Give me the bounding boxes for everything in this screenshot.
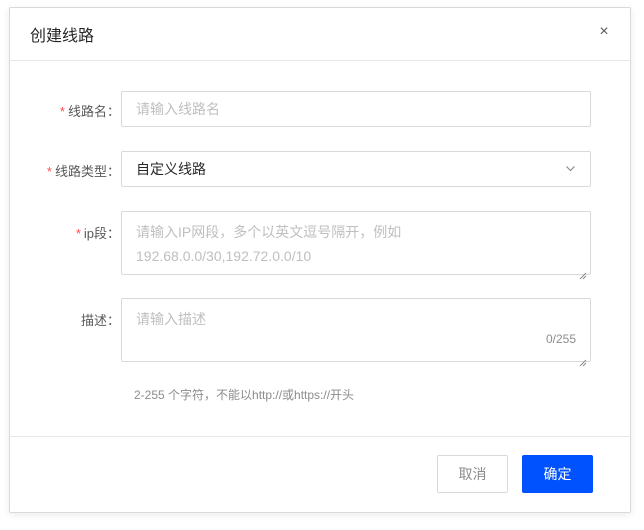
line-name-input[interactable]: 请输入线路名	[121, 91, 591, 127]
ip-range-label-text: ip段：	[83, 226, 120, 241]
dialog-header: 创建线路 ×	[10, 8, 630, 61]
description-hint: 2-255 个字符，不能以http://或https://开头	[134, 388, 355, 402]
line-type-value: 自定义线路	[136, 161, 206, 177]
line-type-label: * 线路类型：	[47, 161, 120, 180]
line-name-placeholder: 请输入线路名	[136, 101, 220, 117]
required-mark: *	[75, 226, 81, 241]
required-mark: *	[59, 104, 65, 119]
cancel-button[interactable]: 取消	[437, 455, 508, 493]
close-icon[interactable]: ×	[594, 22, 614, 42]
confirm-button[interactable]: 确定	[522, 455, 593, 493]
line-name-label: * 线路名：	[60, 101, 120, 120]
char-counter: 0/255	[545, 332, 576, 346]
ip-range-label: * ip段：	[76, 223, 120, 242]
resize-handle-icon[interactable]	[579, 350, 587, 367]
line-type-label-text: 线路类型：	[54, 164, 120, 179]
description-textarea[interactable]: 请输入描述 0/255	[121, 298, 591, 367]
chevron-down-icon	[565, 152, 576, 199]
create-line-dialog: 创建线路 × * 线路名： 请输入线路名 * 线路类型： 自定义线路 * ip段…	[9, 7, 631, 513]
line-name-label-text: 线路名：	[67, 104, 120, 119]
ip-range-placeholder-line1: 请输入IP网段，多个以英文逗号隔开，例如	[136, 224, 402, 240]
dialog-body: * 线路名： 请输入线路名 * 线路类型： 自定义线路 * ip段： 请输入IP…	[10, 61, 630, 437]
ip-range-placeholder-line2: 192.68.0.0/30,192.72.0.0/10	[136, 248, 312, 264]
ip-range-textarea[interactable]: 请输入IP网段，多个以英文逗号隔开，例如 192.68.0.0/30,192.7…	[121, 211, 591, 280]
dialog-footer: 取消 确定	[10, 436, 630, 512]
description-label: 描述：	[80, 313, 120, 328]
line-type-select[interactable]: 自定义线路	[121, 151, 591, 187]
resize-handle-icon[interactable]	[579, 263, 587, 280]
required-mark: *	[46, 164, 52, 179]
description-placeholder: 请输入描述	[136, 311, 206, 327]
dialog-title: 创建线路	[30, 28, 95, 45]
